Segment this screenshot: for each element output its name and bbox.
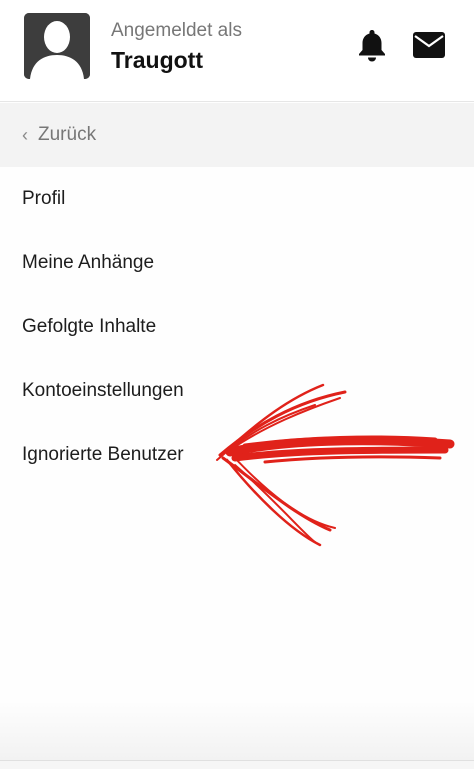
menu-item-label: Kontoeinstellungen bbox=[22, 380, 184, 401]
user-silhouette-icon bbox=[24, 13, 90, 79]
menu-item-attachments[interactable]: Meine Anhänge bbox=[0, 231, 474, 295]
bottom-fade bbox=[0, 700, 474, 760]
red-arrow-annotation bbox=[216, 383, 455, 547]
chevron-left-icon: ‹ bbox=[22, 124, 28, 145]
menu-item-label: Gefolgte Inhalte bbox=[22, 316, 157, 337]
menu-item-label: Profil bbox=[22, 188, 66, 209]
avatar[interactable] bbox=[24, 13, 90, 79]
menu-item-label: Meine Anhänge bbox=[22, 252, 155, 273]
mail-icon[interactable] bbox=[412, 31, 446, 59]
username[interactable]: Traugott bbox=[111, 47, 203, 74]
menu-item-profile[interactable]: Profil bbox=[0, 167, 474, 231]
back-label: Zurück bbox=[38, 124, 97, 145]
menu-item-followed-content[interactable]: Gefolgte Inhalte bbox=[0, 295, 474, 359]
menu-item-label: Ignorierte Benutzer bbox=[22, 444, 184, 465]
back-button[interactable]: ‹ Zurück bbox=[0, 103, 474, 167]
app-header: Angemeldet als Traugott bbox=[0, 0, 474, 102]
signed-in-label: Angemeldet als bbox=[111, 20, 242, 41]
bell-icon[interactable] bbox=[356, 28, 388, 62]
